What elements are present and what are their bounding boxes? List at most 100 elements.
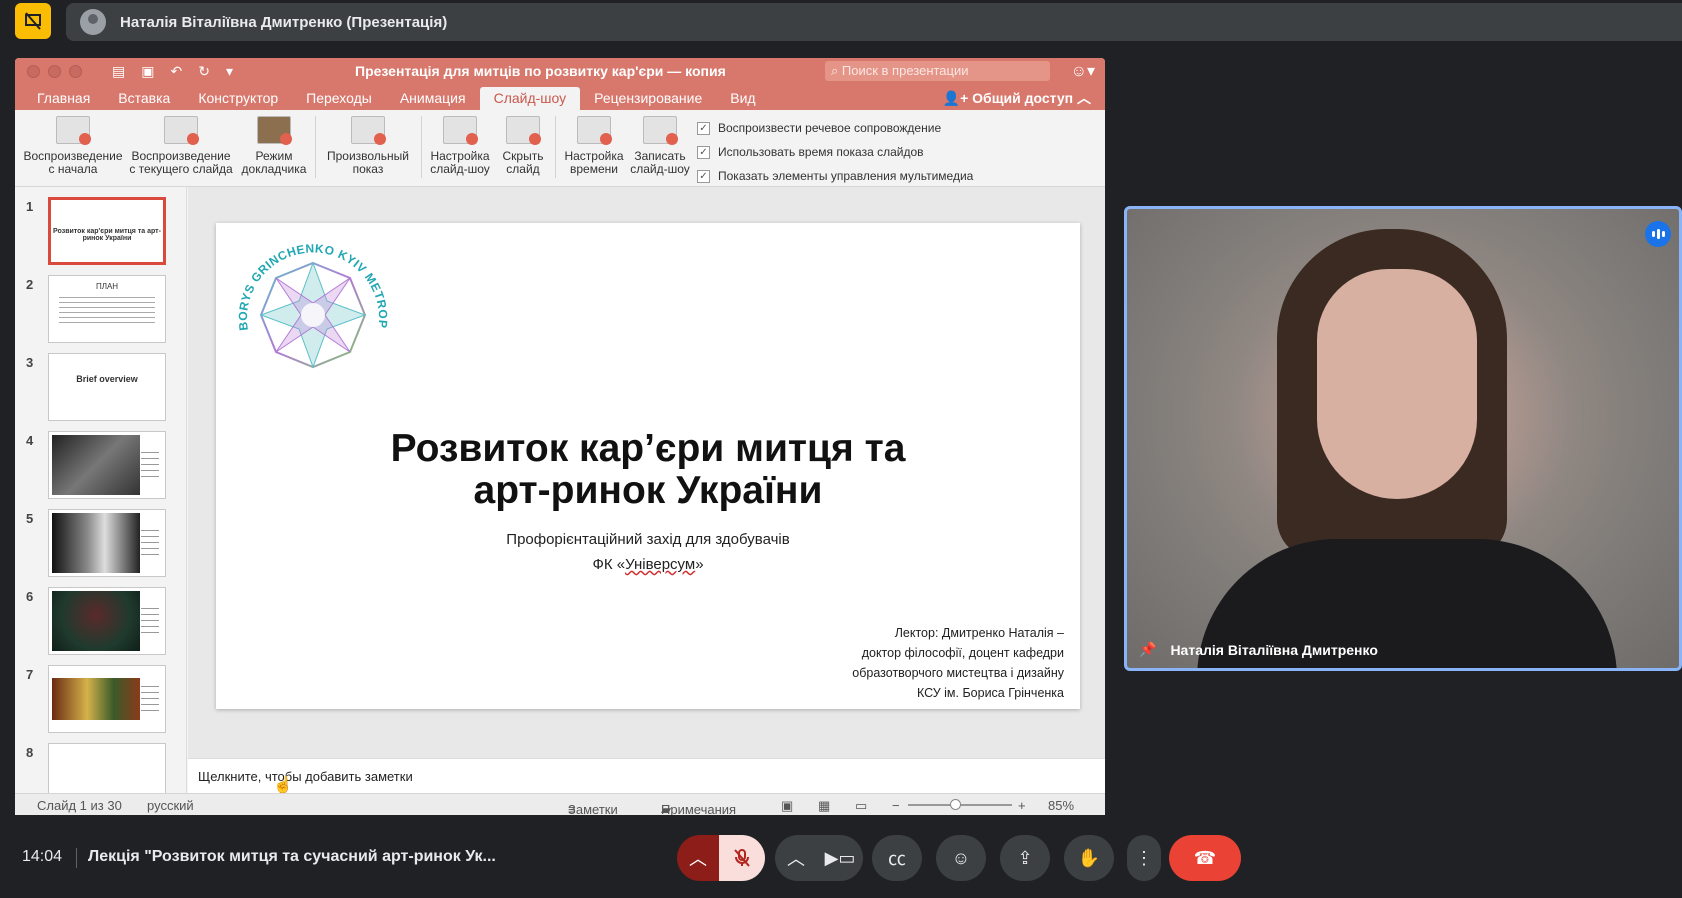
slide-editor-canvas: BORYS GRINCHENKO KYIV METROPOLITAN UNIVE… (188, 187, 1105, 758)
slide-thumbnail[interactable] (48, 509, 166, 577)
meeting-title: Лекція "Розвиток митця та сучасний арт-р… (88, 848, 496, 865)
thumbnail-slide-3[interactable]: 3 Brief overview (15, 353, 186, 423)
tab-home[interactable]: Главная (23, 90, 104, 110)
participant-video-tile[interactable]: 📌 Наталія Віталіївна Дмитренко (1124, 206, 1682, 671)
slideshow-view-icon[interactable]: ▭ (855, 798, 867, 814)
meet-control-bar: 14:04 Лекція "Розвиток митця та сучасний… (0, 820, 1682, 898)
redo-icon[interactable]: ↻ (198, 63, 210, 80)
end-call-icon: ☎ (1193, 847, 1217, 868)
captions-button[interactable]: ㏄ (872, 835, 922, 881)
feedback-smile-icon[interactable]: ☺▾ (1071, 61, 1095, 81)
speaker-notes-field[interactable]: Щелкните, чтобы добавить заметки ☝ (188, 758, 1105, 794)
ppt-titlebar: ▤ ▣ ↶ ↻ ▾ Презентація для митців по розв… (15, 58, 1105, 85)
slide-thumbnail[interactable]: ПЛАН (48, 275, 166, 343)
audio-options-button[interactable]: ︿ (677, 835, 719, 881)
check-icon: ✓ (697, 145, 710, 159)
chevron-up-icon: ︿ (689, 849, 707, 869)
language-indicator[interactable]: русский (147, 798, 194, 813)
minimize-window-button[interactable] (48, 65, 61, 78)
emoji-icon: ☺ (951, 847, 971, 868)
media-controls-checkbox[interactable]: ✓ Показать элементы управления мультимеди… (697, 164, 973, 188)
tab-insert[interactable]: Вставка (104, 90, 184, 110)
slide-thumbnail[interactable] (48, 665, 166, 733)
slideshow-options: ✓ Воспроизвести речевое сопровождение ✓ Ис… (697, 116, 973, 188)
add-person-icon: 👤+ (942, 90, 973, 106)
slide-thumbnail[interactable] (48, 431, 166, 499)
narration-checkbox[interactable]: ✓ Воспроизвести речевое сопровождение (697, 116, 973, 140)
thumbnail-slide-1[interactable]: 1 Розвиток кар'єри митця та арт-ринок Ук… (15, 197, 186, 267)
thumbnail-slide-4[interactable]: 4 (15, 431, 186, 501)
thumbnail-slide-5[interactable]: 5 (15, 509, 186, 579)
thumbnail-slide-8[interactable]: 8 (15, 743, 186, 793)
raise-hand-button[interactable]: ✋ (1064, 835, 1114, 881)
save-icon[interactable]: ▣ (141, 63, 154, 80)
slide-thumbnail[interactable]: Brief overview (48, 353, 166, 421)
reactions-button[interactable]: ☺ (936, 835, 986, 881)
university-logo-icon: BORYS GRINCHENKO KYIV METROPOLITAN UNIVE… (228, 235, 390, 369)
hide-slide-button[interactable]: Скрыть слайд (497, 116, 549, 176)
sidebar-toggle-icon[interactable]: ▤ (112, 63, 125, 80)
thumbnail-text-lines (59, 297, 155, 327)
slide-thumbnail[interactable] (48, 587, 166, 655)
custom-show-button[interactable]: Произвольный показ (320, 116, 416, 176)
tab-design[interactable]: Конструктор (184, 90, 292, 110)
timer-icon (577, 116, 612, 145)
ribbon-tabs: Главная Вставка Конструктор Переходы Ани… (15, 85, 1105, 110)
undo-icon[interactable]: ↶ (170, 63, 182, 80)
thumbnail-slide-6[interactable]: 6 (15, 587, 186, 657)
slide-subtitle: Профорієнтаційний захід для здобувачів Ф… (506, 531, 790, 573)
search-presentation-input[interactable]: ⌕ Поиск в презентации (825, 61, 1050, 81)
ribbon-separator (315, 116, 316, 178)
thumbnail-slide-7[interactable]: 7 (15, 665, 186, 735)
ribbon-separator (421, 116, 422, 178)
zoom-level[interactable]: 85% (1048, 798, 1074, 813)
microphone-toggle-button[interactable] (719, 835, 765, 881)
presenter-chip-label: Наталія Віталіївна Дмитренко (Презентаці… (120, 13, 448, 31)
rehearse-timings-button[interactable]: Настройка времени (561, 116, 627, 176)
stop-presenting-button[interactable] (15, 3, 51, 39)
tab-slideshow[interactable]: Слайд-шоу (479, 87, 581, 110)
leave-call-button[interactable]: ☎ (1169, 835, 1241, 881)
thumbnail-photo (52, 435, 140, 495)
setup-slideshow-icon (443, 116, 478, 145)
tab-view[interactable]: Вид (716, 90, 769, 110)
play-from-current-button[interactable]: Воспроизведение с текущего слайда (125, 116, 237, 176)
thumbnail-slide-2[interactable]: 2 ПЛАН (15, 275, 186, 345)
tab-transitions[interactable]: Переходы (292, 90, 386, 110)
record-slideshow-button[interactable]: Записать слайд-шоу (627, 116, 693, 176)
close-window-button[interactable] (27, 65, 40, 78)
slide-sorter-icon[interactable]: ▦ (818, 798, 830, 814)
slide-thumbnail[interactable]: Розвиток кар'єри митця та арт-ринок Укра… (48, 197, 166, 265)
quick-access-toolbar: ▤ ▣ ↶ ↻ ▾ (112, 63, 233, 80)
presentation-off-icon (25, 12, 41, 30)
camera-toggle-button[interactable]: ▶▭ (817, 835, 863, 881)
present-now-button[interactable]: ⇪ (1000, 835, 1050, 881)
presenter-view-icon (257, 116, 292, 145)
video-options-button[interactable]: ︿ (775, 835, 817, 881)
thumbnail-text-lines (141, 452, 159, 482)
zoom-window-button[interactable] (69, 65, 82, 78)
ppt-status-bar: Слайд 1 из 30 русский ≡ Заметки ▰ Примеч… (15, 793, 1105, 815)
slide-thumbnail[interactable] (48, 743, 166, 793)
presenter-view-button[interactable]: Режим докладчика (239, 116, 309, 176)
thumbnail-text-lines (141, 608, 159, 638)
camera-icon: ▶▭ (824, 847, 856, 868)
zoom-out-icon[interactable]: − (892, 798, 900, 813)
customize-toolbar-icon[interactable]: ▾ (226, 63, 233, 80)
share-button[interactable]: 👤+ Общий доступ ︿ (943, 88, 1091, 108)
use-timings-checkbox[interactable]: ✓ Использовать время показа слайдов (697, 140, 973, 164)
current-slide[interactable]: BORYS GRINCHENKO KYIV METROPOLITAN UNIVE… (216, 223, 1080, 709)
thumbnail-photo (52, 591, 140, 651)
setup-slideshow-button[interactable]: Настройка слайд-шоу (425, 116, 495, 176)
normal-view-icon[interactable]: ▣ (781, 798, 793, 814)
pin-icon[interactable]: 📌 (1139, 641, 1156, 658)
play-from-start-button[interactable]: Воспроизведение с начала (23, 116, 123, 176)
zoom-in-icon[interactable]: + (1018, 798, 1026, 813)
zoom-slider-handle[interactable] (950, 799, 961, 810)
speaking-indicator-icon (1645, 221, 1671, 247)
tab-animations[interactable]: Анимация (386, 90, 480, 110)
powerpoint-window: ▤ ▣ ↶ ↻ ▾ Презентація для митців по розв… (15, 58, 1105, 815)
more-options-button[interactable]: ⋮ (1127, 835, 1161, 881)
presenter-avatar (80, 9, 106, 35)
tab-review[interactable]: Рецензирование (580, 90, 716, 110)
